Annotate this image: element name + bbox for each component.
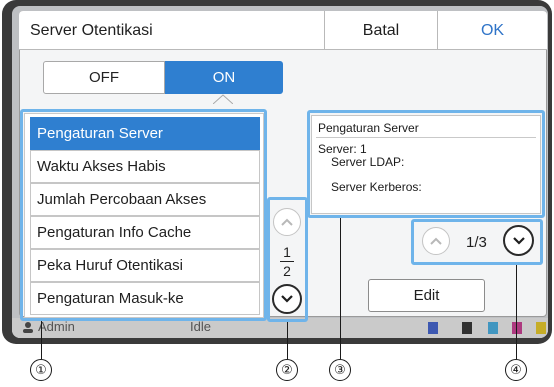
callout-box-1	[20, 109, 267, 321]
callout-box-4	[411, 219, 543, 265]
toggle-off-button[interactable]: OFF	[43, 61, 165, 94]
cancel-button[interactable]: Batal	[324, 11, 437, 50]
callout-box-2	[267, 197, 308, 322]
edit-button[interactable]: Edit	[368, 279, 485, 312]
annotation-leader-3	[340, 218, 341, 359]
annotation-leader-2	[287, 322, 288, 359]
annotation-marker-3: ③	[329, 359, 351, 381]
annotation-leader-1	[41, 321, 42, 359]
pointer-notch	[213, 94, 233, 104]
ok-button[interactable]: OK	[437, 11, 547, 50]
annotation-marker-1: ①	[30, 359, 52, 381]
dialog-title: Server Otentikasi	[30, 22, 153, 39]
callout-box-3	[307, 110, 545, 218]
annotation-marker-4: ④	[505, 359, 527, 381]
toggle-on-button[interactable]: ON	[165, 61, 283, 94]
annotation-leader-4	[516, 265, 517, 359]
annotation-marker-2: ②	[276, 359, 298, 381]
